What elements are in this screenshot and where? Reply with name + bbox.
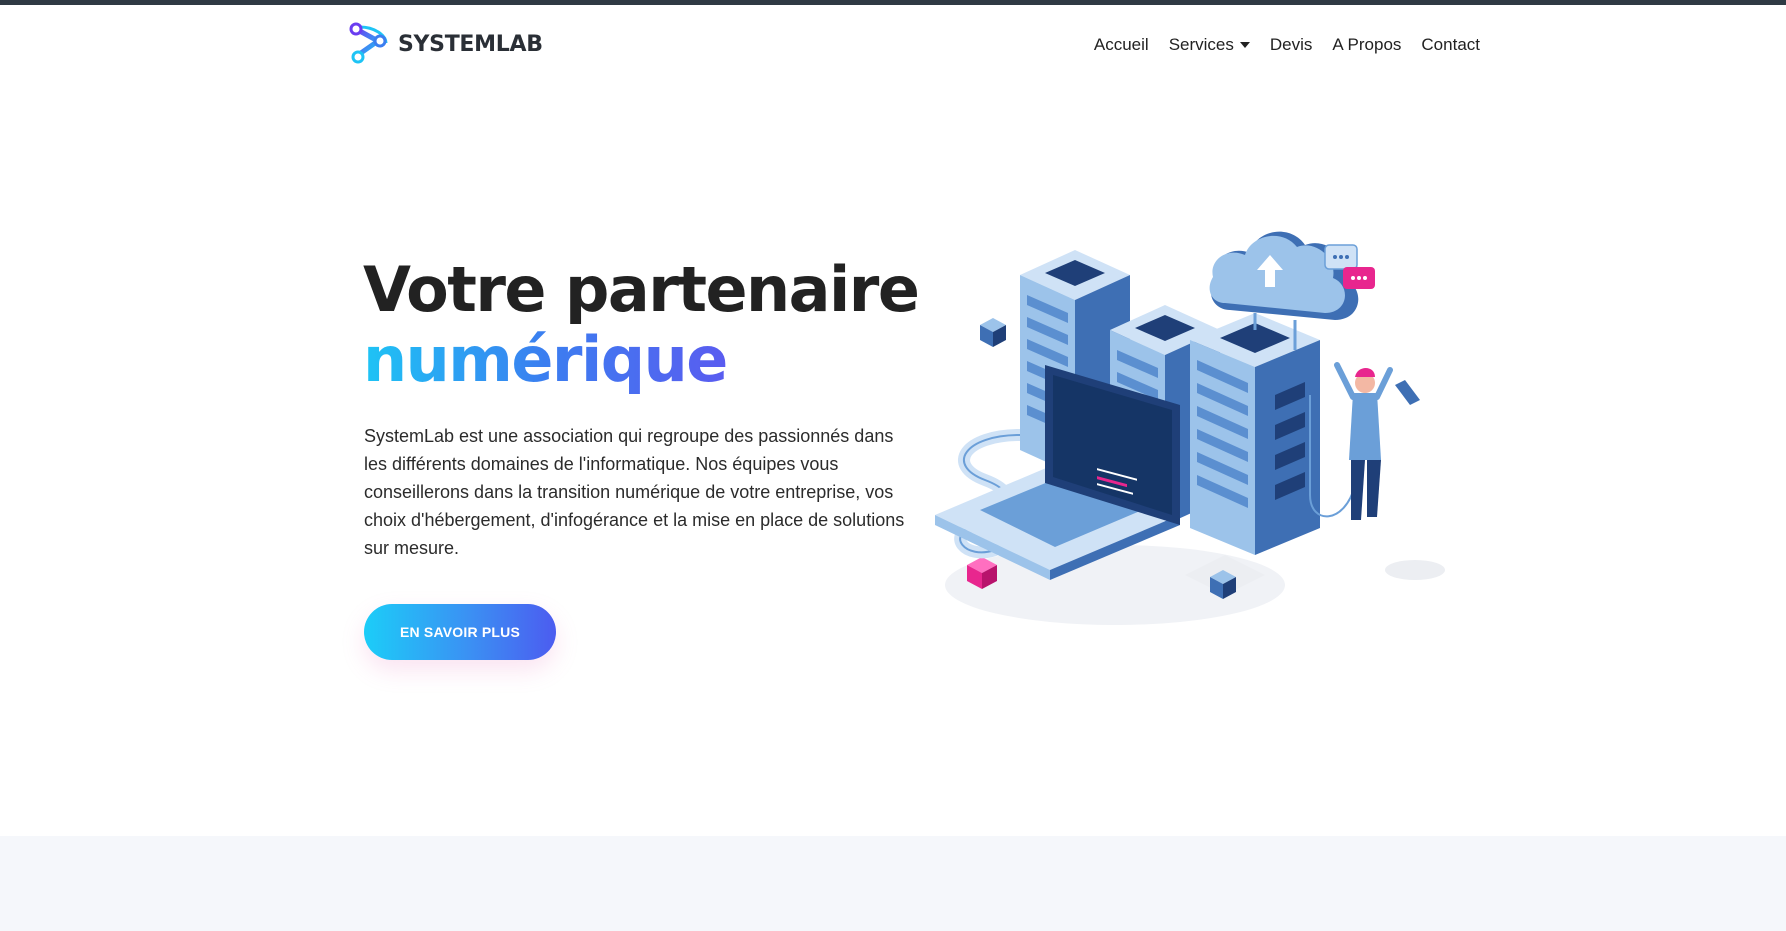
- brand-name: SYSTEMLAB: [398, 31, 543, 57]
- navbar: SYSTEMLAB Accueil Services Devis A Propo…: [0, 5, 1786, 77]
- hero-description: SystemLab est une association qui regrou…: [364, 426, 905, 558]
- server-rack-3: [1190, 313, 1320, 555]
- person-figure: [1309, 362, 1420, 520]
- hero-title-line1: Votre partenaire: [363, 253, 920, 326]
- server-cloud-illustration-icon: [935, 231, 1445, 625]
- nav-item-services[interactable]: Services: [1169, 35, 1250, 55]
- caret-down-icon: [1239, 42, 1250, 48]
- hero-title-line2: numérique: [363, 323, 728, 396]
- cube-top-left: [980, 318, 1006, 347]
- brand-logo[interactable]: SYSTEMLAB: [348, 20, 543, 68]
- nav-item-contact[interactable]: Contact: [1421, 35, 1480, 55]
- nav-item-devis[interactable]: Devis: [1270, 35, 1313, 55]
- next-section-background: [0, 836, 1786, 931]
- en-savoir-plus-button[interactable]: EN SAVOIR PLUS: [364, 604, 556, 660]
- nav-menu: Accueil Services Devis A Propos Contact: [1094, 35, 1480, 55]
- nav-item-services-label: Services: [1168, 35, 1234, 54]
- hero-title: Votre partenaire numérique: [363, 253, 920, 396]
- share-nodes-logo-icon: [349, 22, 388, 64]
- nav-item-accueil[interactable]: Accueil: [1094, 35, 1149, 55]
- nav-item-a-propos[interactable]: A Propos: [1332, 35, 1401, 55]
